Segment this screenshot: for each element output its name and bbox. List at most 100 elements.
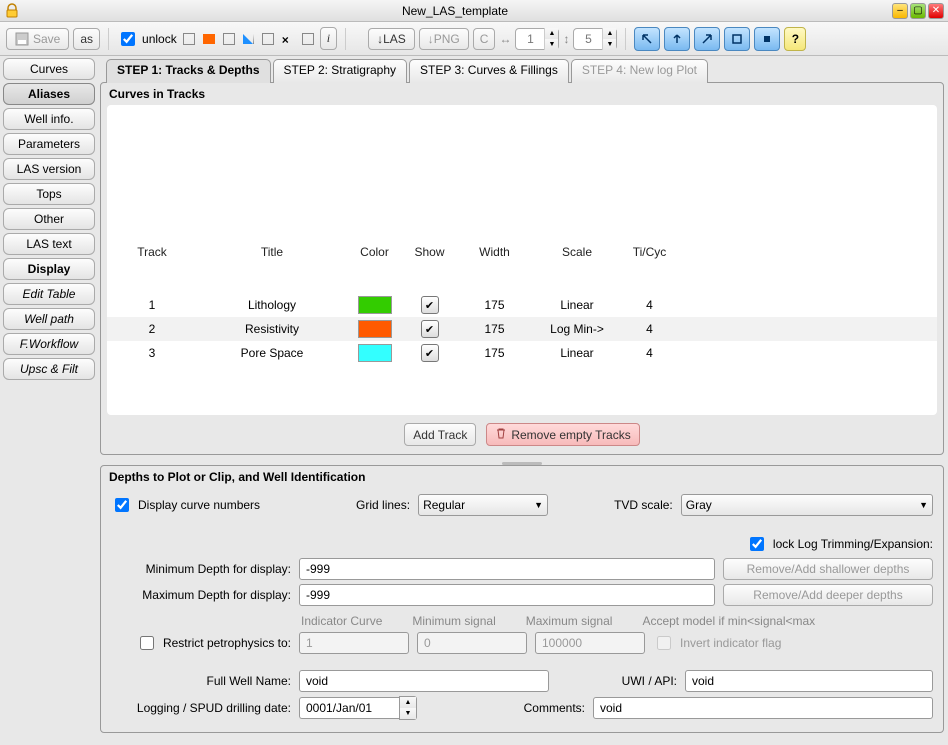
- sidebar-item-tops[interactable]: Tops: [3, 183, 95, 205]
- add-track-button[interactable]: Add Track: [404, 423, 476, 446]
- remove-shallow-button[interactable]: Remove/Add shallower depths: [723, 558, 933, 580]
- lock-trim-label: lock Log Trimming/Expansion:: [773, 537, 933, 551]
- nav-ne-button[interactable]: [694, 27, 720, 51]
- max-depth-label: Maximum Depth for display:: [111, 588, 291, 602]
- sidebar-item-edit-table[interactable]: Edit Table: [3, 283, 95, 305]
- date-input[interactable]: [299, 697, 399, 719]
- date-up[interactable]: ▲: [400, 697, 416, 708]
- trash-icon: [495, 427, 507, 442]
- maximize-button[interactable]: ▢: [910, 3, 926, 19]
- col-title: Title: [197, 245, 347, 259]
- save-button[interactable]: Save: [6, 28, 69, 50]
- hspin-value[interactable]: [516, 31, 544, 47]
- full-well-label: Full Well Name:: [111, 674, 291, 688]
- unlock-checkbox[interactable]: [121, 32, 135, 46]
- vspin-label: ↕: [563, 32, 569, 46]
- sidebar-item-well-info-[interactable]: Well info.: [3, 108, 95, 130]
- export-las-button[interactable]: ↓LAS: [368, 28, 415, 50]
- sidebar-item-aliases[interactable]: Aliases: [3, 83, 95, 105]
- restrict-label: Restrict petrophysics to:: [163, 636, 291, 650]
- help-button[interactable]: ?: [784, 27, 806, 51]
- full-well-input[interactable]: [299, 670, 549, 692]
- cell-show[interactable]: ✔: [402, 320, 457, 338]
- marker-square-empty-2[interactable]: [223, 33, 235, 45]
- sidebar-item-other[interactable]: Other: [3, 208, 95, 230]
- table-row[interactable]: 2Resistivity✔175Log Min->4: [107, 317, 937, 341]
- sidebar-item-las-version[interactable]: LAS version: [3, 158, 95, 180]
- sidebar-item-display[interactable]: Display: [3, 258, 95, 280]
- chevron-down-icon: ▼: [528, 500, 543, 510]
- info-button[interactable]: i: [320, 27, 337, 50]
- sidebar-item-upsc-filt[interactable]: Upsc & Filt: [3, 358, 95, 380]
- cell-ticyc: 4: [622, 322, 677, 336]
- comments-input[interactable]: [593, 697, 933, 719]
- cell-color[interactable]: [347, 344, 402, 362]
- hspin[interactable]: ▲▼: [515, 28, 559, 50]
- sidebar-item-las-text[interactable]: LAS text: [3, 233, 95, 255]
- hspin-up[interactable]: ▲: [544, 28, 558, 39]
- marker-x[interactable]: ×: [282, 33, 294, 45]
- sidebar-item-f-workflow[interactable]: F.Workflow: [3, 333, 95, 355]
- restrict-checkbox[interactable]: [140, 636, 154, 650]
- min-depth-input[interactable]: [299, 558, 715, 580]
- sidebar-item-well-path[interactable]: Well path: [3, 308, 95, 330]
- vspin-up[interactable]: ▲: [602, 28, 616, 39]
- cell-scale: Linear: [532, 346, 622, 360]
- cell-track: 3: [107, 346, 197, 360]
- cell-color[interactable]: [347, 320, 402, 338]
- grid-lines-select[interactable]: Regular ▼: [418, 494, 548, 516]
- tab-step-2-stratigraphy[interactable]: STEP 2: Stratigraphy: [273, 59, 408, 83]
- tab-step-1-tracks-depths[interactable]: STEP 1: Tracks & Depths: [106, 59, 271, 83]
- unlock-toggle[interactable]: unlock: [117, 29, 177, 49]
- table-row[interactable]: 3Pore Space✔175Linear4: [107, 341, 937, 365]
- marker-square-empty-4[interactable]: [302, 33, 314, 45]
- cell-width: 175: [457, 322, 532, 336]
- display-curve-numbers-toggle[interactable]: Display curve numbers: [111, 495, 260, 515]
- marker-triangle-blue[interactable]: [243, 34, 254, 44]
- close-button[interactable]: ✕: [928, 3, 944, 19]
- date-down[interactable]: ▼: [400, 708, 416, 719]
- remove-empty-tracks-button[interactable]: Remove empty Tracks: [486, 423, 639, 446]
- table-row[interactable]: 1Lithology✔175Linear4: [107, 293, 937, 317]
- uwi-input[interactable]: [685, 670, 933, 692]
- lock-trim-checkbox[interactable]: [750, 537, 764, 551]
- cell-color[interactable]: [347, 296, 402, 314]
- display-curve-numbers-checkbox[interactable]: [115, 498, 129, 512]
- nav-nw-button[interactable]: [634, 27, 660, 51]
- vspin[interactable]: ▲▼: [573, 28, 617, 50]
- nav-stop-button[interactable]: [754, 27, 780, 51]
- tvd-scale-select[interactable]: Gray ▼: [681, 494, 933, 516]
- cell-show[interactable]: ✔: [402, 296, 457, 314]
- save-as-button[interactable]: as: [73, 28, 100, 50]
- max-depth-input[interactable]: [299, 584, 715, 606]
- nav-box-button[interactable]: [724, 27, 750, 51]
- c-button[interactable]: C: [473, 28, 496, 50]
- cell-scale: Log Min->: [532, 322, 622, 336]
- curves-panel: Curves in Tracks Track Title Color Show …: [100, 82, 944, 455]
- sidebar-item-parameters[interactable]: Parameters: [3, 133, 95, 155]
- vspin-down[interactable]: ▼: [602, 39, 616, 50]
- sidebar-item-curves[interactable]: Curves: [3, 58, 95, 80]
- cell-show[interactable]: ✔: [402, 344, 457, 362]
- export-png-button[interactable]: ↓PNG: [419, 28, 469, 50]
- nav-up-button[interactable]: [664, 27, 690, 51]
- vspin-value[interactable]: [574, 31, 602, 47]
- uwi-label: UWI / API:: [577, 674, 677, 688]
- curves-panel-title: Curves in Tracks: [101, 83, 943, 103]
- col-ticyc: Ti/Cyc: [622, 245, 677, 259]
- track-actions: Add Track Remove empty Tracks: [101, 417, 943, 454]
- remove-deep-button[interactable]: Remove/Add deeper depths: [723, 584, 933, 606]
- marker-triangle-orange[interactable]: [203, 34, 215, 44]
- tracks-header: Track Title Color Show Width Scale Ti/Cy…: [107, 245, 937, 259]
- tab-step-3-curves-fillings[interactable]: STEP 3: Curves & Fillings: [409, 59, 569, 83]
- tvd-scale-value: Gray: [686, 498, 712, 512]
- hspin-down[interactable]: ▼: [544, 39, 558, 50]
- marker-square-empty-3[interactable]: [262, 33, 274, 45]
- minimize-button[interactable]: –: [892, 3, 908, 19]
- cell-title: Resistivity: [197, 322, 347, 336]
- separator: [625, 28, 626, 50]
- remove-empty-label: Remove empty Tracks: [511, 428, 630, 442]
- date-field[interactable]: ▲▼: [299, 696, 417, 720]
- marker-square-empty[interactable]: [183, 33, 195, 45]
- cell-ticyc: 4: [622, 298, 677, 312]
